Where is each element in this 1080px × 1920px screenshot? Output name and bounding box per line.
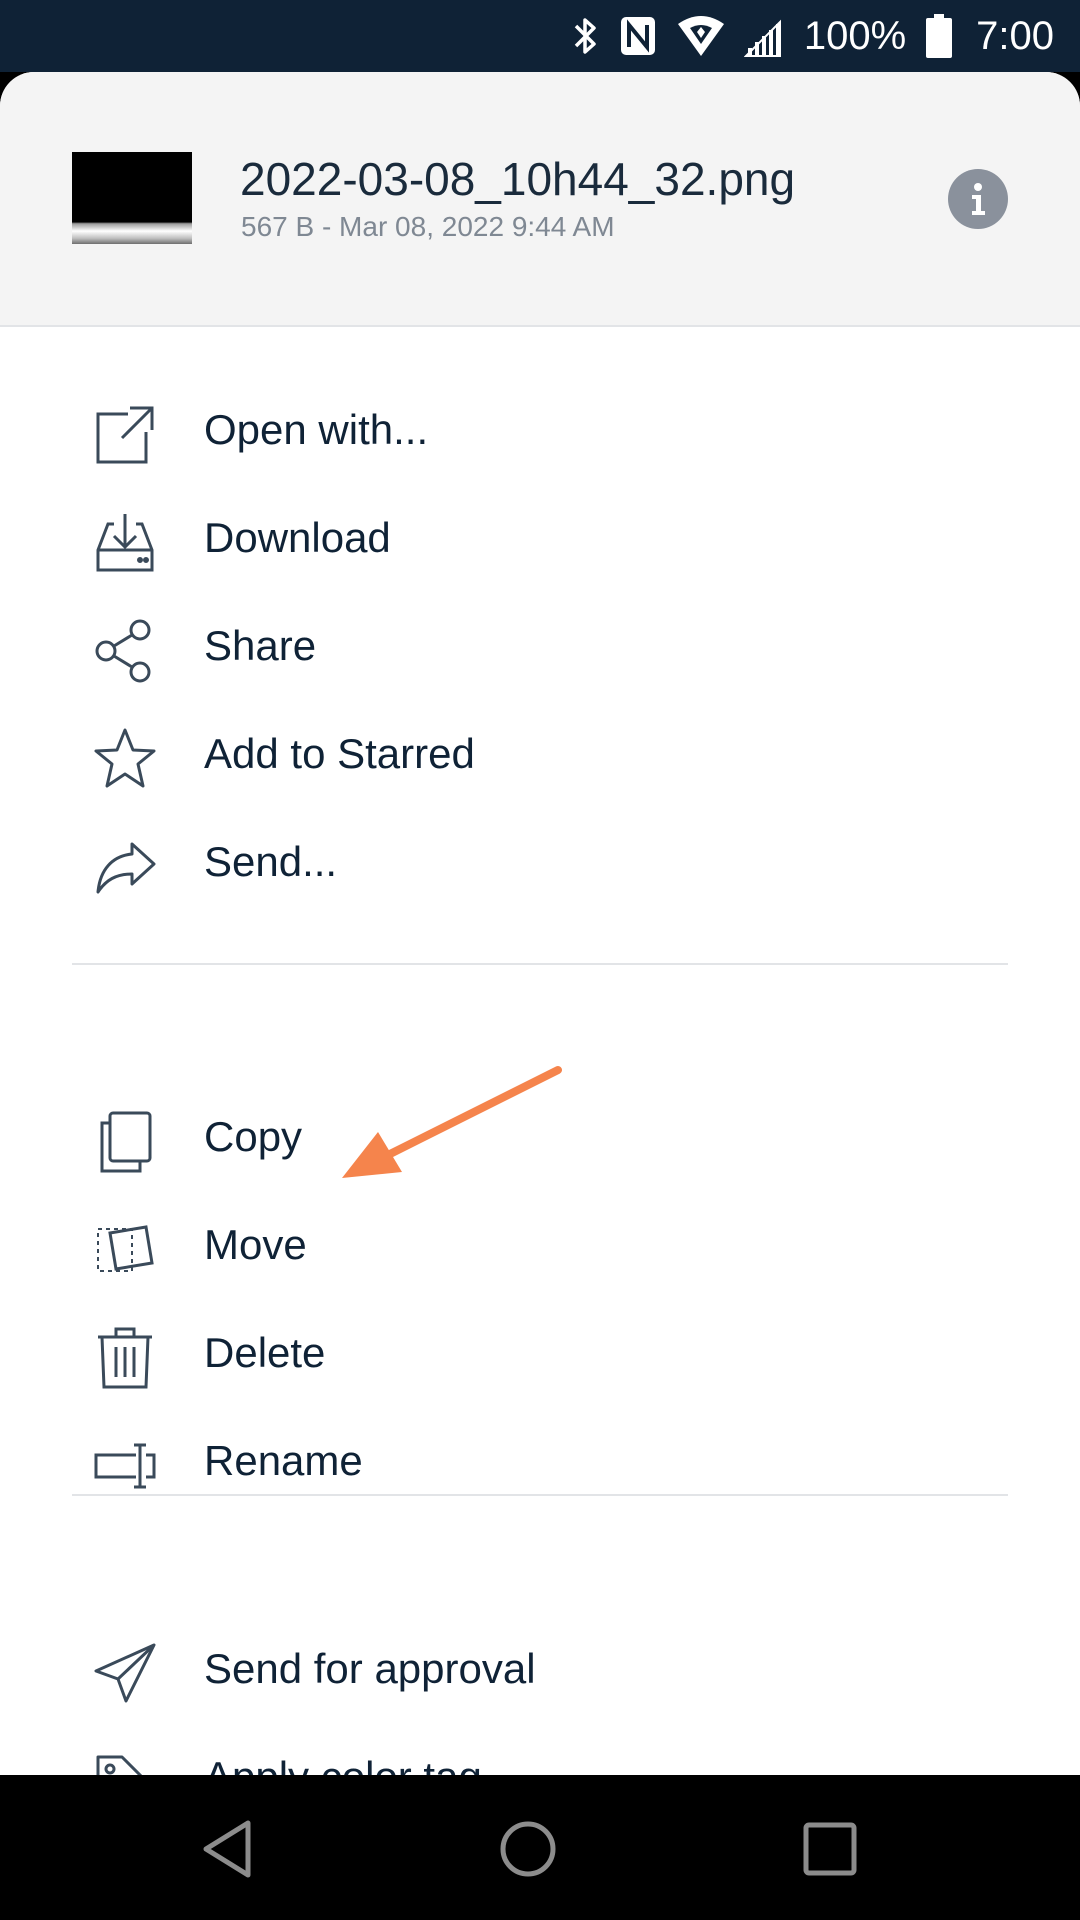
file-name: 2022-03-08_10h44_32.png bbox=[240, 153, 796, 205]
menu-item-apply-color-tag[interactable]: Apply color tag bbox=[0, 1727, 1080, 1775]
file-meta: 567 B - Mar 08, 2022 9:44 AM bbox=[241, 211, 615, 242]
menu-item-delete[interactable]: Delete bbox=[0, 1303, 1080, 1403]
battery-percentage: 100% bbox=[803, 13, 907, 58]
star-icon bbox=[92, 726, 158, 792]
menu-label: Apply color tag bbox=[204, 1753, 482, 1775]
menu-item-move[interactable]: Move bbox=[0, 1195, 1080, 1295]
menu-item-send[interactable]: Send... bbox=[0, 812, 1080, 912]
menu-label: Rename bbox=[204, 1437, 363, 1484]
divider bbox=[72, 1494, 1008, 1496]
info-icon bbox=[972, 183, 985, 215]
open-external-icon bbox=[92, 402, 158, 468]
menu-item-rename[interactable]: Rename bbox=[0, 1411, 1080, 1511]
trash-icon bbox=[92, 1325, 158, 1391]
menu-item-send-for-approval[interactable]: Send for approval bbox=[0, 1619, 1080, 1719]
bluetooth-icon bbox=[572, 14, 600, 58]
rename-icon bbox=[92, 1433, 158, 1499]
wifi-icon bbox=[676, 14, 726, 58]
annotation-arrow-icon bbox=[342, 1066, 562, 1178]
menu-label: Share bbox=[204, 622, 317, 669]
download-icon bbox=[92, 510, 158, 576]
menu-item-download[interactable]: Download bbox=[0, 488, 1080, 588]
home-icon[interactable] bbox=[496, 1817, 560, 1881]
back-icon[interactable] bbox=[196, 1817, 260, 1881]
recents-icon[interactable] bbox=[798, 1817, 862, 1881]
menu-label: Send for approval bbox=[204, 1645, 536, 1692]
menu-label: Copy bbox=[204, 1113, 303, 1160]
file-thumbnail bbox=[72, 152, 192, 244]
forward-icon bbox=[92, 834, 158, 900]
nfc-icon bbox=[618, 14, 658, 58]
info-button[interactable] bbox=[948, 169, 1008, 229]
menu-item-add-to-starred[interactable]: Add to Starred bbox=[0, 704, 1080, 804]
battery-icon bbox=[924, 13, 954, 59]
signal-icon bbox=[743, 14, 782, 58]
file-actions-sheet: 2022-03-08_10h44_32.png 567 B - Mar 08, … bbox=[0, 72, 1080, 1775]
clock: 7:00 bbox=[976, 13, 1054, 58]
menu-label: Delete bbox=[204, 1329, 326, 1376]
menu-label: Send... bbox=[204, 838, 338, 885]
menu-item-open-with[interactable]: Open with... bbox=[0, 380, 1080, 480]
copy-icon bbox=[92, 1109, 158, 1175]
status-bar: 100% 7:00 bbox=[0, 0, 1080, 72]
menu-label: Add to Starred bbox=[204, 730, 475, 777]
paper-plane-icon bbox=[92, 1641, 158, 1707]
file-header: 2022-03-08_10h44_32.png 567 B - Mar 08, … bbox=[0, 72, 1080, 327]
divider bbox=[72, 963, 1008, 965]
share-icon bbox=[92, 618, 158, 684]
menu-label: Open with... bbox=[204, 406, 429, 453]
menu-label: Move bbox=[204, 1221, 307, 1268]
tag-icon bbox=[92, 1749, 158, 1775]
menu-item-share[interactable]: Share bbox=[0, 596, 1080, 696]
menu-label: Download bbox=[204, 514, 391, 561]
navigation-bar bbox=[0, 1775, 1080, 1920]
move-icon bbox=[92, 1217, 158, 1283]
